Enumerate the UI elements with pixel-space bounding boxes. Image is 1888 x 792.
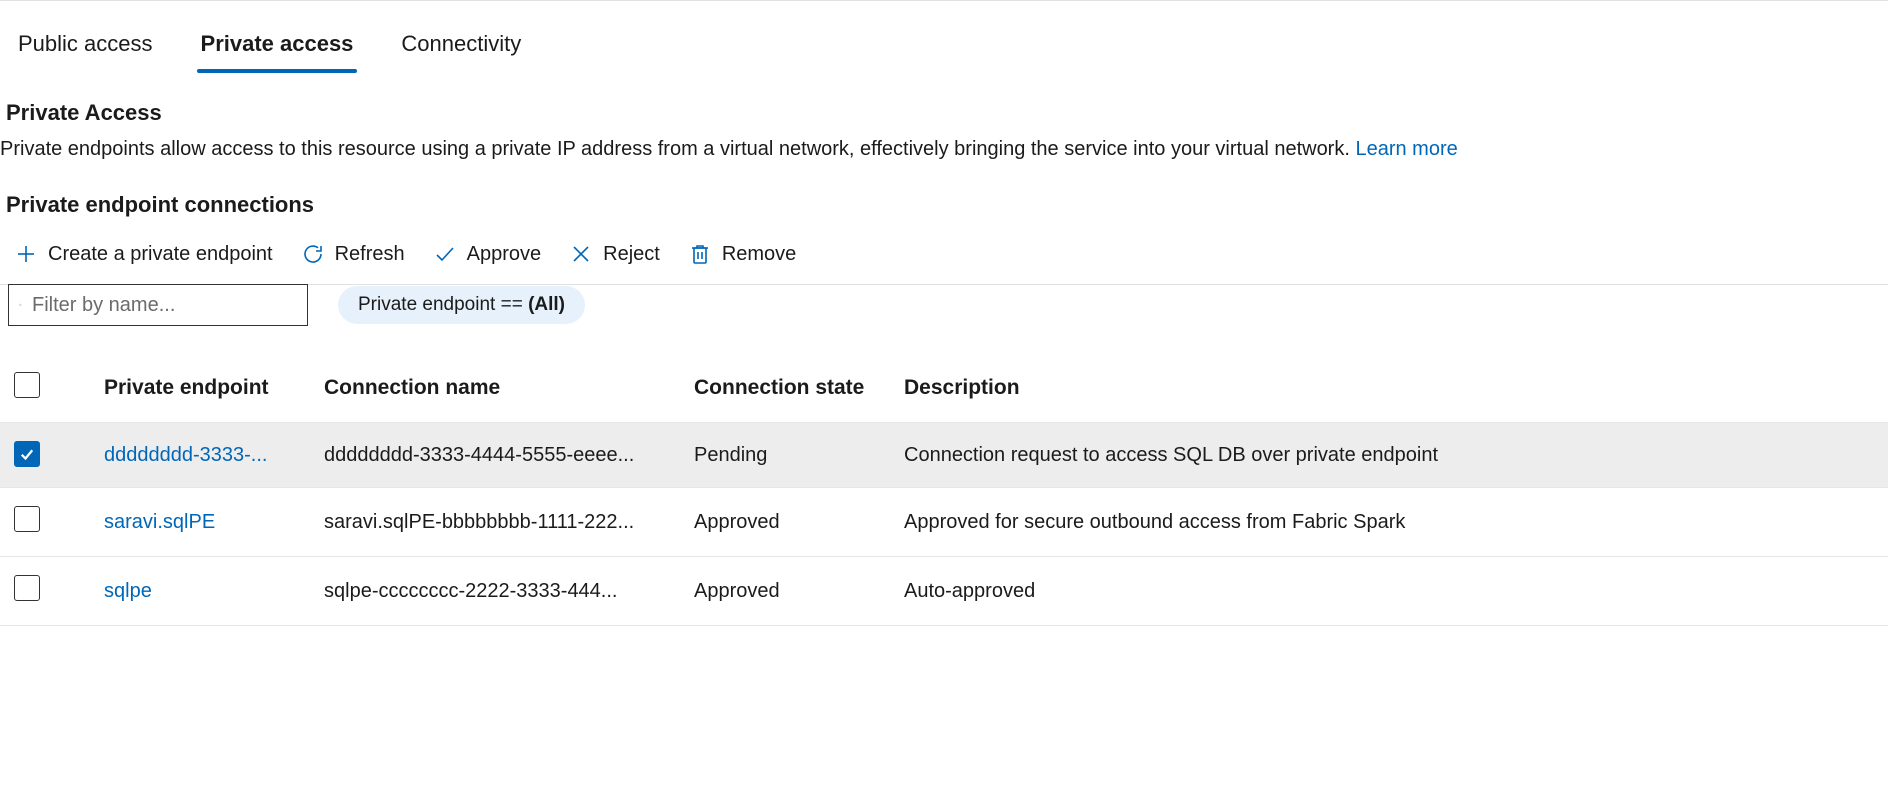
filter-input-wrap[interactable] bbox=[8, 284, 308, 326]
create-label: Create a private endpoint bbox=[48, 243, 273, 266]
connection-state-cell: Approved bbox=[694, 580, 904, 603]
connection-state-cell: Approved bbox=[694, 511, 904, 534]
row-checkbox[interactable] bbox=[14, 506, 40, 532]
reject-button[interactable]: Reject bbox=[569, 242, 660, 266]
filter-row: Private endpoint == (All) bbox=[0, 284, 1888, 326]
tabs-bar: Public access Private access Connectivit… bbox=[0, 9, 1888, 72]
approve-label: Approve bbox=[467, 243, 542, 266]
private-endpoint-link[interactable]: dddddddd-3333-... bbox=[104, 444, 324, 467]
refresh-icon bbox=[301, 242, 325, 266]
section-description: Private endpoints allow access to this r… bbox=[0, 134, 1888, 164]
connection-name-cell: saravi.sqlPE-bbbbbbbb-1111-222... bbox=[324, 511, 694, 534]
table-row[interactable]: saravi.sqlPE saravi.sqlPE-bbbbbbbb-1111-… bbox=[0, 488, 1888, 557]
connection-state-cell: Pending bbox=[694, 444, 904, 467]
private-endpoint-link[interactable]: sqlpe bbox=[104, 580, 324, 603]
reject-label: Reject bbox=[603, 243, 660, 266]
filter-pill[interactable]: Private endpoint == (All) bbox=[338, 286, 585, 324]
tab-public-access[interactable]: Public access bbox=[14, 21, 157, 71]
toolbar: Create a private endpoint Refresh Approv… bbox=[0, 232, 1888, 284]
section-description-text: Private endpoints allow access to this r… bbox=[0, 138, 1355, 160]
learn-more-link[interactable]: Learn more bbox=[1355, 138, 1457, 160]
connection-name-cell: sqlpe-cccccccc-2222-3333-444... bbox=[324, 580, 694, 603]
private-endpoints-table: Private endpoint Connection name Connect… bbox=[0, 354, 1888, 626]
check-icon bbox=[433, 242, 457, 266]
checkmark-icon bbox=[18, 445, 36, 463]
description-cell: Approved for secure outbound access from… bbox=[904, 511, 1874, 534]
create-private-endpoint-button[interactable]: Create a private endpoint bbox=[14, 242, 273, 266]
description-cell: Auto-approved bbox=[904, 580, 1874, 603]
search-icon bbox=[19, 294, 22, 316]
refresh-button[interactable]: Refresh bbox=[301, 242, 405, 266]
row-checkbox[interactable] bbox=[14, 575, 40, 601]
col-description: Description bbox=[904, 376, 1874, 400]
remove-button[interactable]: Remove bbox=[688, 242, 796, 266]
col-private-endpoint: Private endpoint bbox=[104, 376, 324, 400]
filter-by-name-input[interactable] bbox=[32, 294, 297, 317]
section-title: Private Access bbox=[0, 100, 1888, 134]
plus-icon bbox=[14, 242, 38, 266]
tab-private-access[interactable]: Private access bbox=[197, 21, 358, 71]
private-endpoint-link[interactable]: saravi.sqlPE bbox=[104, 511, 324, 534]
trash-icon bbox=[688, 242, 712, 266]
table-header-row: Private endpoint Connection name Connect… bbox=[0, 354, 1888, 423]
tab-connectivity[interactable]: Connectivity bbox=[397, 21, 525, 71]
x-icon bbox=[569, 242, 593, 266]
col-connection-name: Connection name bbox=[324, 376, 694, 400]
filter-pill-prefix: Private endpoint == bbox=[358, 294, 528, 315]
remove-label: Remove bbox=[722, 243, 796, 266]
subsection-title: Private endpoint connections bbox=[0, 164, 1888, 232]
refresh-label: Refresh bbox=[335, 243, 405, 266]
connection-name-cell: dddddddd-3333-4444-5555-eeee... bbox=[324, 444, 694, 467]
col-connection-state: Connection state bbox=[694, 376, 904, 400]
table-row[interactable]: sqlpe sqlpe-cccccccc-2222-3333-444... Ap… bbox=[0, 557, 1888, 626]
approve-button[interactable]: Approve bbox=[433, 242, 542, 266]
row-checkbox[interactable] bbox=[14, 441, 40, 467]
table-row[interactable]: dddddddd-3333-... dddddddd-3333-4444-555… bbox=[0, 423, 1888, 488]
select-all-checkbox[interactable] bbox=[14, 372, 40, 398]
filter-pill-value: (All) bbox=[528, 294, 565, 315]
description-cell: Connection request to access SQL DB over… bbox=[904, 444, 1874, 467]
